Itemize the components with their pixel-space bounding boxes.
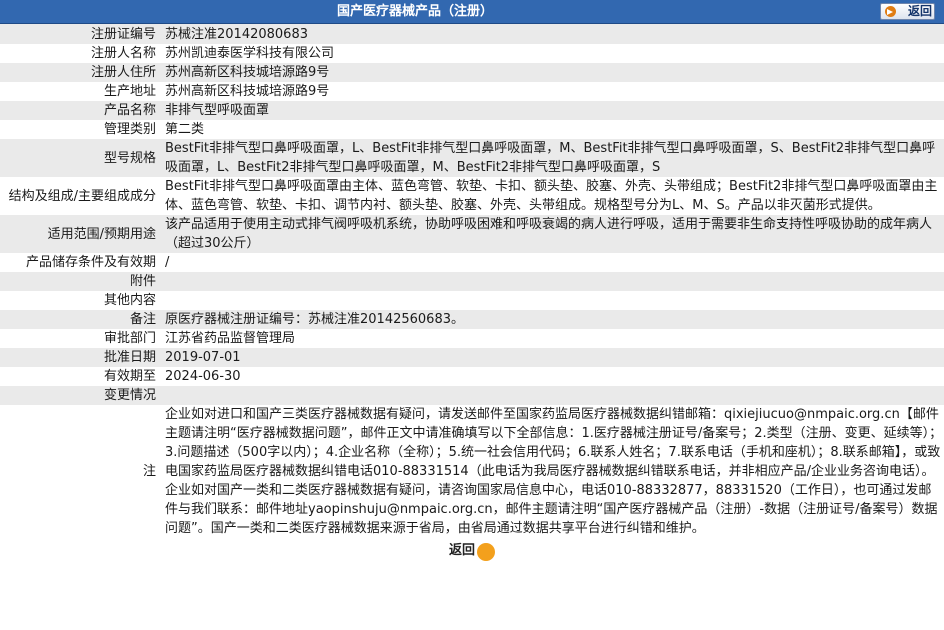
field-label: 型号规格 <box>0 139 161 177</box>
field-value <box>161 272 944 291</box>
field-value: 苏州高新区科技城培源路9号 <box>161 82 944 101</box>
arrow-right-icon <box>885 6 896 17</box>
field-label: 批准日期 <box>0 348 161 367</box>
table-row: 注册证编号 苏械注准20142080683 <box>0 24 944 44</box>
footer: 返回 <box>0 538 944 561</box>
field-label: 产品储存条件及有效期 <box>0 253 161 272</box>
field-label: 备注 <box>0 310 161 329</box>
back-button-top[interactable]: 返回 <box>880 3 935 20</box>
table-row: 批准日期 2019-07-01 <box>0 348 944 367</box>
field-value: 苏州凯迪泰医学科技有限公司 <box>161 44 944 63</box>
table-row: 审批部门 江苏省药品监督管理局 <box>0 329 944 348</box>
field-label: 有效期至 <box>0 367 161 386</box>
field-value: 2019-07-01 <box>161 348 944 367</box>
field-value: 企业如对进口和国产三类医疗器械数据有疑问，请发送邮件至国家药监局医疗器械数据纠错… <box>161 405 944 538</box>
table-row: 有效期至 2024-06-30 <box>0 367 944 386</box>
field-label: 其他内容 <box>0 291 161 310</box>
page-title: 国产医疗器械产品（注册） <box>336 4 493 19</box>
table-row: 备注 原医疗器械注册证编号：苏械注准20142560683。 <box>0 310 944 329</box>
field-value: BestFit非排气型口鼻呼吸面罩由主体、蓝色弯管、软垫、卡扣、额头垫、胶塞、外… <box>161 177 944 215</box>
table-row: 型号规格 BestFit非排气型口鼻呼吸面罩，L、BestFit非排气型口鼻呼吸面… <box>0 139 944 177</box>
table-row: 附件 <box>0 272 944 291</box>
field-label: 变更情况 <box>0 386 161 405</box>
info-table: 注册证编号 苏械注准20142080683 注册人名称 苏州凯迪泰医学科技有限公司 注册… <box>0 24 944 538</box>
table-row: 适用范围/预期用途 该产品适用于使用主动式排气阀呼吸机系统，协助呼吸困难和呼吸衰竭… <box>0 215 944 253</box>
field-label: 注册人住所 <box>0 63 161 82</box>
field-value: / <box>161 253 944 272</box>
field-value: 第二类 <box>161 120 944 139</box>
field-label: 适用范围/预期用途 <box>0 215 161 253</box>
field-value: 江苏省药品监督管理局 <box>161 329 944 348</box>
field-label: 附件 <box>0 272 161 291</box>
back-circle-icon <box>477 543 495 561</box>
field-label: 审批部门 <box>0 329 161 348</box>
back-button-label: 返回 <box>449 543 476 558</box>
back-button-bottom[interactable]: 返回 <box>449 541 495 561</box>
table-row: 生产地址 苏州高新区科技城培源路9号 <box>0 82 944 101</box>
table-row: 管理类别 第二类 <box>0 120 944 139</box>
field-label: 注 <box>0 405 161 538</box>
table-row: 变更情况 <box>0 386 944 405</box>
table-row: 注册人住所 苏州高新区科技城培源路9号 <box>0 63 944 82</box>
field-label: 管理类别 <box>0 120 161 139</box>
field-label: 生产地址 <box>0 82 161 101</box>
field-value: 2024-06-30 <box>161 367 944 386</box>
field-label: 产品名称 <box>0 101 161 120</box>
field-value <box>161 386 944 405</box>
table-row: 结构及组成/主要组成成分 BestFit非排气型口鼻呼吸面罩由主体、蓝色弯管、软垫… <box>0 177 944 215</box>
page-header: 国产医疗器械产品（注册） 返回 <box>0 0 944 24</box>
field-label: 注册证编号 <box>0 24 161 44</box>
table-row: 注册人名称 苏州凯迪泰医学科技有限公司 <box>0 44 944 63</box>
field-label: 注册人名称 <box>0 44 161 63</box>
field-label: 结构及组成/主要组成成分 <box>0 177 161 215</box>
field-value: 该产品适用于使用主动式排气阀呼吸机系统，协助呼吸困难和呼吸衰竭的病人进行呼吸，适… <box>161 215 944 253</box>
field-value: 原医疗器械注册证编号：苏械注准20142560683。 <box>161 310 944 329</box>
field-value: BestFit非排气型口鼻呼吸面罩，L、BestFit非排气型口鼻呼吸面罩，M、… <box>161 139 944 177</box>
table-row: 产品名称 非排气型呼吸面罩 <box>0 101 944 120</box>
field-value: 非排气型呼吸面罩 <box>161 101 944 120</box>
field-value: 苏械注准20142080683 <box>161 24 944 44</box>
table-row: 产品储存条件及有效期 / <box>0 253 944 272</box>
table-row: 其他内容 <box>0 291 944 310</box>
field-value: 苏州高新区科技城培源路9号 <box>161 63 944 82</box>
field-value <box>161 291 944 310</box>
table-row: 注企业如对进口和国产三类医疗器械数据有疑问，请发送邮件至国家药监局医疗器械数据纠… <box>0 405 944 538</box>
back-button-label: 返回 <box>908 4 933 18</box>
